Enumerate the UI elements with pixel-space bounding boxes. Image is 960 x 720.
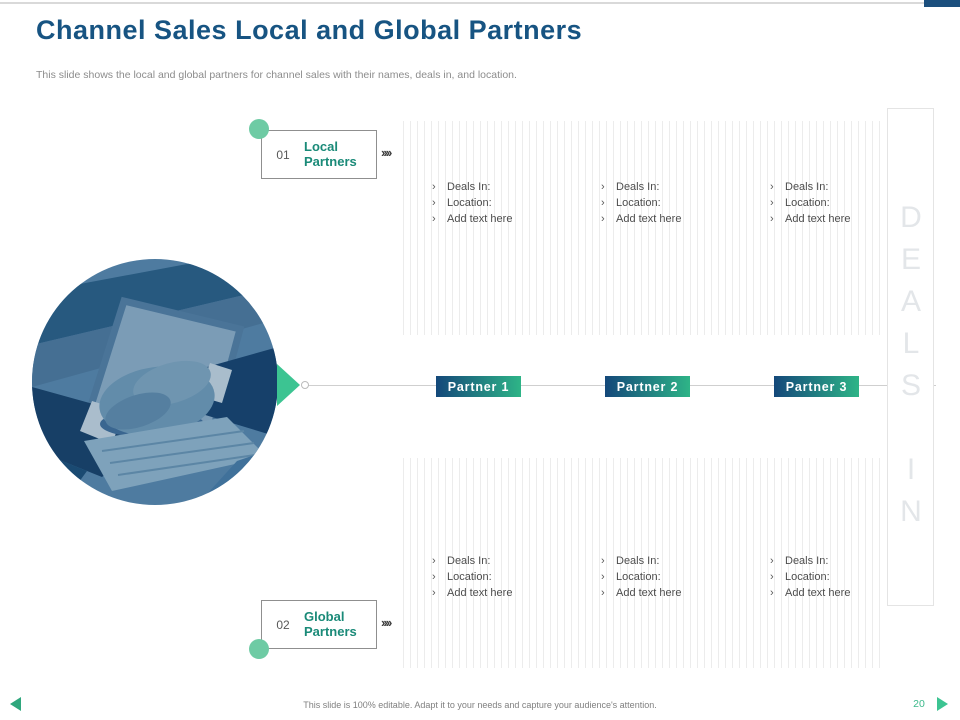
chevron-bullet-icon: › (770, 569, 785, 585)
chevrons-right-icon-local: ›››› (381, 145, 405, 160)
chevron-bullet-icon: › (432, 553, 447, 569)
chevron-bullet-icon: › (601, 195, 616, 211)
detail-text: Location: (616, 195, 661, 211)
handshake-photo (32, 259, 278, 505)
detail-text: Location: (616, 569, 661, 585)
chevron-bullet-icon: › (601, 179, 616, 195)
top-divider-line (0, 2, 960, 4)
detail-text: Location: (447, 569, 492, 585)
detail-item: ›Deals In: (432, 553, 582, 569)
group-label-global: Global Partners (304, 610, 368, 640)
chevron-bullet-icon: › (432, 569, 447, 585)
chevron-bullet-icon: › (432, 179, 447, 195)
detail-text: Deals In: (785, 553, 828, 569)
chevron-bullet-icon: › (601, 211, 616, 227)
chevron-bullet-icon: › (770, 585, 785, 601)
chevron-bullet-icon: › (770, 195, 785, 211)
page-subtitle: This slide shows the local and global pa… (36, 69, 517, 81)
detail-item: ›Location: (601, 569, 751, 585)
chevron-bullet-icon: › (770, 553, 785, 569)
page-number: 20 (908, 698, 930, 710)
detail-list-local-partner1: ›Deals In: ›Location: ›Add text here (432, 179, 582, 228)
detail-text: Deals In: (447, 553, 490, 569)
detail-list-local-partner2: ›Deals In: ›Location: ›Add text here (601, 179, 751, 228)
chevrons-right-icon-global: ›››› (381, 615, 405, 630)
number-circle-local (249, 119, 269, 139)
detail-text: Add text here (447, 585, 512, 601)
detail-text: Add text here (785, 211, 850, 227)
global-partners-box: 02 Global Partners (261, 600, 377, 649)
detail-item: ›Add text here (432, 585, 582, 601)
play-arrow-icon (277, 364, 300, 406)
partner-3-ribbon: Partner 3 (774, 376, 859, 397)
detail-item: ›Location: (601, 195, 751, 211)
chevron-bullet-icon: › (432, 585, 447, 601)
detail-text: Location: (447, 195, 492, 211)
detail-item: ›Add text here (432, 211, 582, 227)
group-number-global: 02 (262, 618, 304, 632)
detail-text: Location: (785, 195, 830, 211)
detail-list-global-partner1: ›Deals In: ›Location: ›Add text here (432, 553, 582, 602)
chevron-bullet-icon: › (601, 585, 616, 601)
group-number-local: 01 (262, 148, 304, 162)
vertical-label-deals-in: DEALS IN (894, 109, 928, 605)
detail-item: ›Deals In: (601, 553, 751, 569)
detail-list-global-partner2: ›Deals In: ›Location: ›Add text here (601, 553, 751, 602)
detail-text: Add text here (785, 585, 850, 601)
detail-text: Add text here (447, 211, 512, 227)
top-right-accent-bar (924, 0, 960, 7)
partner-1-ribbon: Partner 1 (436, 376, 521, 397)
chevron-bullet-icon: › (770, 179, 785, 195)
chevron-bullet-icon: › (770, 211, 785, 227)
vertical-label-box: DEALS IN (887, 108, 934, 606)
handshake-illustration (32, 259, 278, 505)
detail-text: Deals In: (447, 179, 490, 195)
timeline-node-circle (301, 381, 309, 389)
detail-text: Deals In: (616, 553, 659, 569)
detail-text: Deals In: (785, 179, 828, 195)
detail-item: ›Location: (432, 195, 582, 211)
slide: Channel Sales Local and Global Partners … (0, 0, 960, 720)
detail-text: Add text here (616, 211, 681, 227)
striped-panel-top (403, 121, 886, 335)
number-circle-global (249, 639, 269, 659)
detail-text: Deals In: (616, 179, 659, 195)
detail-text: Add text here (616, 585, 681, 601)
detail-text: Location: (785, 569, 830, 585)
chevron-bullet-icon: › (601, 553, 616, 569)
detail-item: ›Deals In: (601, 179, 751, 195)
chevron-bullet-icon: › (432, 211, 447, 227)
group-label-local: Local Partners (304, 140, 368, 170)
detail-item: ›Deals In: (432, 179, 582, 195)
detail-item: ›Add text here (601, 211, 751, 227)
partner-2-ribbon: Partner 2 (605, 376, 690, 397)
chevron-bullet-icon: › (601, 569, 616, 585)
chevron-bullet-icon: › (432, 195, 447, 211)
local-partners-box: 01 Local Partners (261, 130, 377, 179)
footer-note: This slide is 100% editable. Adapt it to… (0, 700, 960, 710)
detail-item: ›Location: (432, 569, 582, 585)
detail-item: ›Add text here (601, 585, 751, 601)
next-slide-button[interactable] (937, 697, 948, 711)
page-title: Channel Sales Local and Global Partners (36, 15, 582, 46)
